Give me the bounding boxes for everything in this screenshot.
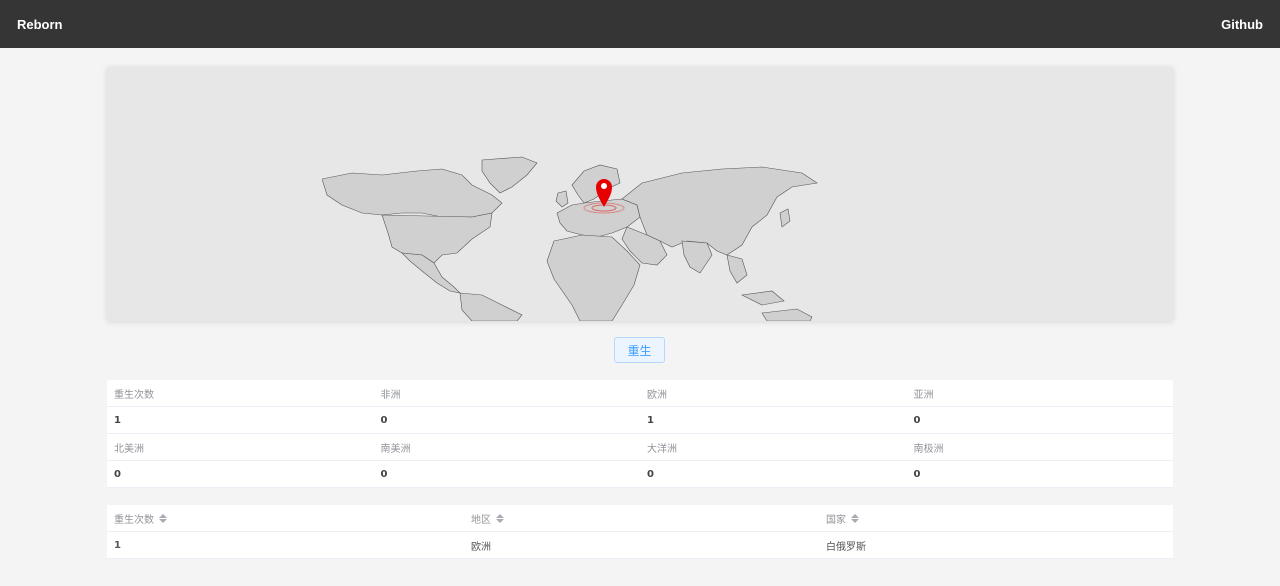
stats-header-antarctica: 南极洲 [913,443,944,455]
stats-value-oceania: 0 [647,468,654,480]
stats-header-south-america: 南美洲 [380,443,411,455]
world-map-panel [107,67,1173,321]
records-header-row: 重生次数 地区 国家 [107,505,1173,532]
column-header-region[interactable]: 地区 [464,505,819,531]
stats-value-row: 0 0 0 0 [107,461,1173,488]
stats-header-north-america: 北美洲 [114,443,144,455]
github-link[interactable]: Github [1221,17,1263,32]
sort-caret-icon[interactable] [496,513,504,523]
stats-header-row: 重生次数 非洲 欧洲 亚洲 [107,380,1173,407]
southeast-asia-shape [726,254,748,284]
column-header-label: 地区 [471,514,491,526]
stats-value-antarctica: 0 [913,468,921,480]
sort-caret-icon[interactable] [159,513,167,523]
stats-value-africa: 0 [380,414,388,426]
stats-value-asia: 0 [913,414,921,426]
india-shape [681,240,713,274]
japan-shape [779,208,791,228]
stats-value-south-america: 0 [380,468,388,480]
stats-value-reborn-count: 1 [114,414,121,426]
africa-shape [546,234,641,321]
table-row: 1 欧洲 白俄罗斯 [107,532,1173,559]
stats-value-europe: 1 [647,414,654,426]
reborn-button[interactable]: 重生 [614,337,665,363]
brand-logo[interactable]: Reborn [17,17,63,32]
cell-region: 欧洲 [471,541,491,553]
usa-shape [381,212,493,264]
reborn-records-table: 重生次数 地区 国家 1 欧洲 白俄罗斯 [107,505,1173,559]
world-map [322,156,818,321]
stats-header-africa: 非洲 [380,389,401,401]
scandinavia-shape [571,164,621,204]
column-header-country[interactable]: 国家 [819,505,1173,531]
top-navbar: Reborn Github [0,0,1280,48]
sort-caret-icon[interactable] [851,513,859,523]
indonesia-shape [740,290,785,306]
column-header-reborn-count[interactable]: 重生次数 [107,505,464,531]
greenland-shape [481,156,538,194]
stats-header-oceania: 大洋洲 [647,443,677,455]
stats-header-row: 北美洲 南美洲 大洋洲 南极洲 [107,434,1173,461]
stats-value-row: 1 0 1 0 [107,407,1173,434]
stats-value-north-america: 0 [114,468,121,480]
column-header-label: 重生次数 [114,514,154,526]
continent-stats-table: 重生次数 非洲 欧洲 亚洲 1 0 1 0 北美洲 南美洲 大洋洲 南极洲 0 … [107,380,1173,488]
uk-shape [555,190,569,208]
stats-header-europe: 欧洲 [647,389,667,401]
column-header-label: 国家 [826,514,846,526]
cell-reborn-count: 1 [114,539,121,551]
stats-header-reborn-count: 重生次数 [114,389,154,401]
australia-shape [761,308,813,321]
north-america-north-shape [322,168,503,218]
south-america-shape [459,292,523,321]
cell-country: 白俄罗斯 [826,541,866,553]
stats-header-asia: 亚洲 [913,389,934,401]
